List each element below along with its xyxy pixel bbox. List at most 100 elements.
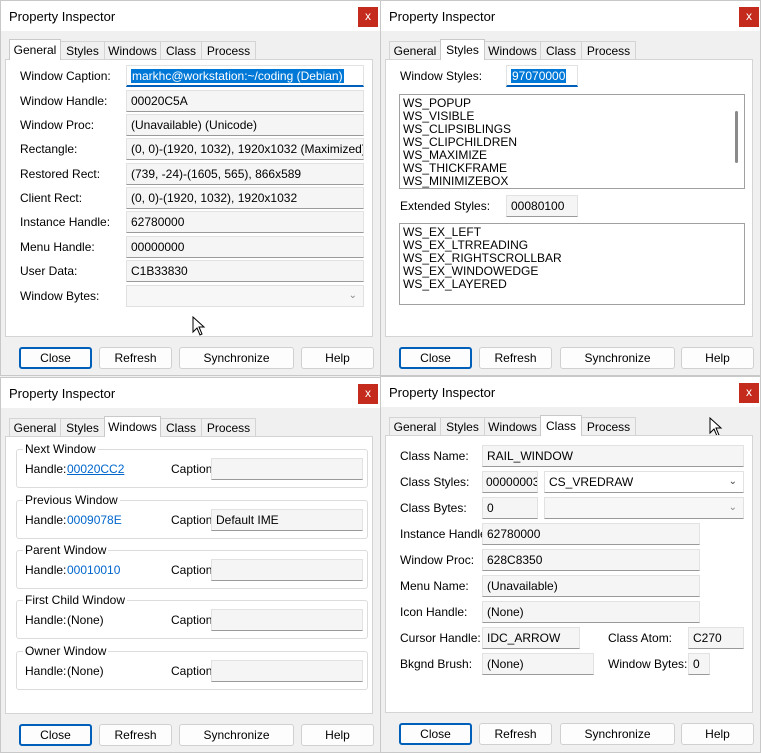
tab-class[interactable]: Class <box>160 41 202 60</box>
class-name-field[interactable]: RAIL_WINDOW <box>482 445 744 467</box>
tab-windows[interactable]: Windows <box>104 416 161 437</box>
property-inspector-windows-window: Property Inspector x General Styles Wind… <box>0 377 381 753</box>
tab-styles[interactable]: Styles <box>60 418 105 437</box>
class-bytes-combo[interactable]: ⌄ <box>544 497 744 519</box>
help-button[interactable]: Help <box>681 723 754 745</box>
rectangle-field[interactable]: (0, 0)-(1920, 1032), 1920x1032 (Maximize… <box>126 138 364 160</box>
title-bar[interactable]: Property Inspector x <box>1 1 380 31</box>
icon-handle-field[interactable]: (None) <box>482 601 700 623</box>
menu-name-field[interactable]: (Unavailable) <box>482 575 700 597</box>
group-title: Previous Window <box>23 493 120 507</box>
window-title: Property Inspector <box>389 9 496 24</box>
help-button[interactable]: Help <box>301 347 374 369</box>
first-child-window-caption-field[interactable] <box>211 609 363 631</box>
window-proc-field[interactable]: 628C8350 <box>482 549 700 571</box>
title-bar[interactable]: Property Inspector x <box>1 378 380 408</box>
close-icon[interactable]: x <box>358 384 378 404</box>
parent-window-caption-field[interactable] <box>211 559 363 581</box>
caption-label: Caption: <box>171 613 216 627</box>
close-button[interactable]: Close <box>399 723 472 745</box>
title-bar[interactable]: Property Inspector x <box>381 377 760 407</box>
synchronize-button[interactable]: Synchronize <box>560 347 675 369</box>
close-icon[interactable]: x <box>358 7 378 27</box>
tab-class[interactable]: Class <box>540 41 582 60</box>
tab-general[interactable]: General <box>389 41 441 60</box>
tab-process[interactable]: Process <box>201 418 256 437</box>
tab-process[interactable]: Process <box>201 41 256 60</box>
tab-styles[interactable]: Styles <box>440 39 485 60</box>
menu-handle-field[interactable]: 00000000 <box>126 236 364 258</box>
class-name-label: Class Name: <box>400 449 469 463</box>
close-icon[interactable]: x <box>739 383 759 403</box>
cursor-handle-field[interactable]: IDC_ARROW <box>482 627 580 649</box>
mouse-cursor-icon <box>192 316 206 336</box>
refresh-button[interactable]: Refresh <box>479 347 552 369</box>
synchronize-button[interactable]: Synchronize <box>179 724 294 746</box>
bkgnd-brush-field[interactable]: (None) <box>482 653 594 675</box>
user-data-field[interactable]: C1B33830 <box>126 260 364 282</box>
window-bytes-field[interactable]: 0 <box>688 653 710 675</box>
tab-windows[interactable]: Windows <box>484 417 541 436</box>
styles-panel: Window Styles: 97070000 WS_POPUP WS_VISI… <box>385 59 753 337</box>
class-atom-field[interactable]: C270 <box>688 627 744 649</box>
extended-styles-list[interactable]: WS_EX_LEFT WS_EX_LTRREADING WS_EX_RIGHTS… <box>399 223 745 305</box>
window-handle-field[interactable]: 00020C5A <box>126 90 364 112</box>
window-styles-list[interactable]: WS_POPUP WS_VISIBLE WS_CLIPSIBLINGS WS_C… <box>399 94 745 189</box>
tab-windows[interactable]: Windows <box>104 41 161 60</box>
caption-label: Caption: <box>171 563 216 577</box>
window-styles-field[interactable]: 97070000 <box>506 65 578 87</box>
tab-general[interactable]: General <box>389 417 441 436</box>
next-window-handle-link[interactable]: 00020CC2 <box>67 462 124 476</box>
refresh-button[interactable]: Refresh <box>479 723 552 745</box>
window-proc-field[interactable]: (Unavailable) (Unicode) <box>126 114 364 136</box>
tab-styles[interactable]: Styles <box>60 41 105 60</box>
tab-windows[interactable]: Windows <box>484 41 541 60</box>
previous-window-group: Previous Window Handle: 0009078E Caption… <box>16 493 368 539</box>
scrollbar-thumb[interactable] <box>735 111 738 163</box>
window-handle-label: Window Handle: <box>20 94 108 108</box>
close-button[interactable]: Close <box>19 347 92 369</box>
tab-process[interactable]: Process <box>581 417 636 436</box>
tab-general[interactable]: General <box>9 418 61 437</box>
list-item[interactable]: WS_EX_LAYERED <box>403 278 741 291</box>
client-rect-field[interactable]: (0, 0)-(1920, 1032), 1920x1032 <box>126 187 364 209</box>
synchronize-button[interactable]: Synchronize <box>560 723 675 745</box>
window-bytes-combo[interactable]: ⌄ <box>126 285 364 307</box>
window-caption-field[interactable]: markhc@workstation:~/coding (Debian) <box>126 65 364 87</box>
previous-window-caption-field[interactable]: Default IME <box>211 509 363 531</box>
tab-class[interactable]: Class <box>160 418 202 437</box>
menu-handle-label: Menu Handle: <box>20 240 95 254</box>
extended-styles-field[interactable]: 00080100 <box>506 195 578 217</box>
window-styles-label: Window Styles: <box>400 69 483 83</box>
restored-rect-field[interactable]: (739, -24)-(1605, 565), 866x589 <box>126 163 364 185</box>
tab-styles[interactable]: Styles <box>440 417 485 436</box>
refresh-button[interactable]: Refresh <box>99 347 172 369</box>
tab-general[interactable]: General <box>9 39 61 60</box>
previous-window-handle-link[interactable]: 0009078E <box>67 513 122 527</box>
owner-window-caption-field[interactable] <box>211 660 363 682</box>
window-title: Property Inspector <box>389 385 496 400</box>
class-styles-combo[interactable]: CS_VREDRAW ⌄ <box>544 471 744 493</box>
tab-class[interactable]: Class <box>540 415 582 436</box>
close-button[interactable]: Close <box>399 347 472 369</box>
instance-handle-field[interactable]: 62780000 <box>482 523 700 545</box>
help-button[interactable]: Help <box>301 724 374 746</box>
next-window-caption-field[interactable] <box>211 458 363 480</box>
handle-label: Handle: <box>25 513 67 527</box>
help-button[interactable]: Help <box>681 347 754 369</box>
title-bar[interactable]: Property Inspector x <box>381 1 760 31</box>
parent-window-handle-link[interactable]: 00010010 <box>67 563 120 577</box>
class-styles-field[interactable]: 00000003 <box>482 471 538 493</box>
handle-label: Handle: <box>25 462 67 476</box>
handle-label: Handle: <box>25 664 67 678</box>
refresh-button[interactable]: Refresh <box>99 724 172 746</box>
class-bytes-field[interactable]: 0 <box>482 497 538 519</box>
close-icon[interactable]: x <box>739 7 759 27</box>
tab-process[interactable]: Process <box>581 41 636 60</box>
instance-handle-field[interactable]: 62780000 <box>126 211 364 233</box>
list-item[interactable]: WS_MINIMIZEBOX <box>403 175 741 188</box>
close-button[interactable]: Close <box>19 724 92 746</box>
menu-name-label: Menu Name: <box>400 579 469 593</box>
synchronize-button[interactable]: Synchronize <box>179 347 294 369</box>
property-inspector-general-window: Property Inspector x General Styles Wind… <box>0 0 381 376</box>
